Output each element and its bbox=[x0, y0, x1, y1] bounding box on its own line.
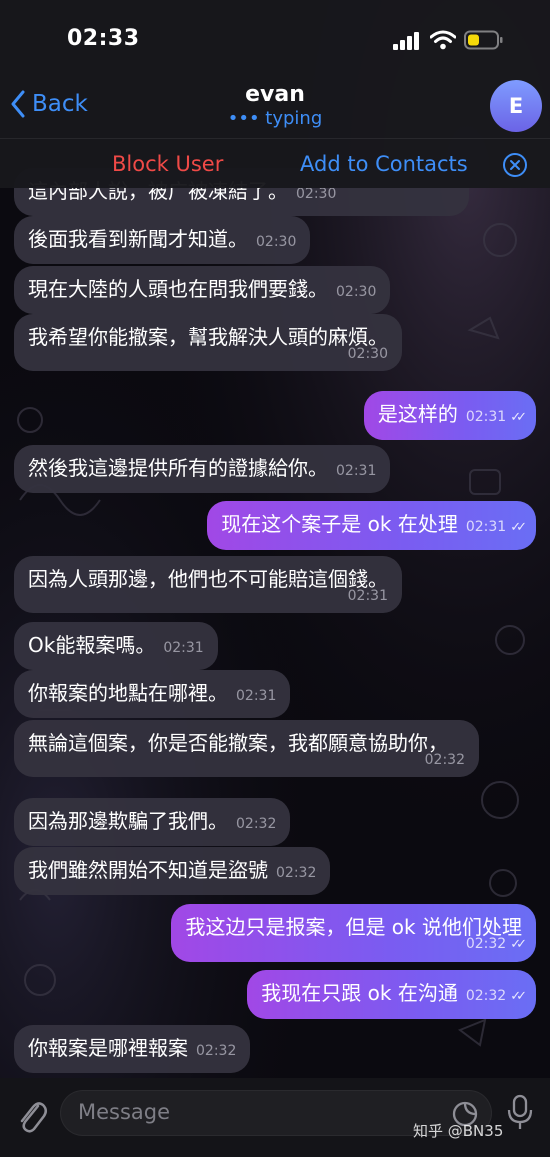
message-text: 然後我這邊提供所有的證據給你。 bbox=[28, 456, 328, 480]
message-text: 因為人頭那邊，他們也不可能賠這個錢。 bbox=[28, 567, 388, 591]
read-check-icon: ✓✓ bbox=[510, 937, 527, 952]
message-time-value: 02:32 bbox=[465, 936, 507, 952]
add-to-contacts-button[interactable]: Add to Contacts bbox=[300, 152, 468, 176]
message-text: 後面我看到新聞才知道。 bbox=[28, 227, 248, 251]
chat-title: evan bbox=[245, 82, 305, 107]
message-outgoing[interactable]: 是这样的 02:31 ✓✓ bbox=[363, 391, 536, 440]
message-text: 因為那邊欺騙了我們。 bbox=[28, 809, 228, 833]
message-incoming[interactable]: 然後我這邊提供所有的證據給你。 02:31 bbox=[14, 445, 391, 493]
attach-paperclip-icon[interactable] bbox=[14, 1096, 48, 1136]
status-bar: 02:33 bbox=[0, 0, 550, 80]
message-text: 現在大陸的人頭也在問我們要錢。 bbox=[28, 277, 328, 301]
avatar-initial: E bbox=[508, 94, 524, 118]
message-text: 你報案的地點在哪裡。 bbox=[28, 681, 228, 705]
message-text: 我现在只跟 ok 在沟通 bbox=[261, 981, 458, 1005]
watermark: 知乎 @BN35 bbox=[413, 1122, 504, 1140]
composer-bar: Message bbox=[0, 1078, 550, 1157]
close-x-icon bbox=[510, 160, 520, 170]
message-text: 现在这个案子是 ok 在处理 bbox=[221, 512, 458, 536]
message-text: 無論這個案，你是否能撤案，我都願意協助你， bbox=[28, 731, 448, 755]
message-text: Ok能報案嗎。 bbox=[28, 633, 156, 657]
message-time: 02:30 bbox=[256, 234, 297, 250]
message-incoming[interactable]: 你報案是哪裡報案 02:32 bbox=[14, 1025, 251, 1073]
typing-dots-icon: ••• bbox=[227, 108, 260, 129]
message-text: 是这样的 bbox=[377, 402, 458, 426]
read-check-icon: ✓✓ bbox=[510, 989, 527, 1004]
message-incoming[interactable]: 你報案的地點在哪裡。 02:31 bbox=[14, 670, 291, 718]
typing-label: typing bbox=[265, 108, 323, 129]
avatar[interactable]: E bbox=[490, 80, 542, 132]
message-time: 02:32 bbox=[236, 816, 277, 832]
message-incoming[interactable]: 無論這個案，你是否能撤案，我都願意協助你， 02:32 bbox=[14, 720, 479, 777]
cellular-signal-icon bbox=[393, 32, 419, 50]
message-time: 02:30 bbox=[336, 284, 377, 300]
wifi-icon bbox=[430, 30, 456, 50]
message-time: 02:31 bbox=[465, 409, 507, 425]
message-incoming[interactable]: 因為那邊欺騙了我們。 02:32 bbox=[14, 798, 291, 846]
message-incoming[interactable]: 我們雖然開始不知道是盜號 02:32 bbox=[14, 847, 331, 895]
message-list[interactable]: 這內部人說，被广被凍結了。 02:30 後面我看到新聞才知道。 02:30 現在大陸… bbox=[0, 168, 550, 1073]
nav-bar: Back evan ••• typing E bbox=[0, 76, 550, 138]
contact-action-bar: Block User Add to Contacts bbox=[0, 138, 550, 189]
block-user-button[interactable]: Block User bbox=[112, 152, 223, 176]
status-time: 02:33 bbox=[67, 26, 140, 51]
read-check-icon: ✓✓ bbox=[510, 520, 527, 535]
chat-title-area[interactable]: evan ••• typing bbox=[0, 82, 550, 129]
message-incoming[interactable]: Ok能報案嗎。 02:31 bbox=[14, 622, 218, 670]
message-time: 02:32 bbox=[465, 988, 507, 1004]
message-text: 你報案是哪裡報案 bbox=[28, 1036, 188, 1060]
close-icon[interactable] bbox=[503, 153, 527, 177]
message-outgoing[interactable]: 我现在只跟 ok 在沟通 02:32 ✓✓ bbox=[247, 970, 536, 1019]
message-time: 02:31 bbox=[336, 463, 377, 479]
message-incoming[interactable]: 因為人頭那邊，他們也不可能賠這個錢。 02:31 bbox=[14, 556, 402, 613]
message-incoming[interactable]: 後面我看到新聞才知道。 02:30 bbox=[14, 216, 311, 264]
read-check-icon: ✓✓ bbox=[510, 410, 527, 425]
message-text: 我希望你能撤案，幫我解決人頭的麻煩。 bbox=[28, 325, 388, 349]
microphone-icon[interactable] bbox=[505, 1094, 535, 1132]
message-outgoing[interactable]: 现在这个案子是 ok 在处理 02:31 ✓✓ bbox=[207, 501, 536, 550]
message-time: 02:32 bbox=[276, 865, 317, 881]
message-time: 02:31 bbox=[465, 519, 507, 535]
chat-header: 02:33 Back evan ••• typing E Block User … bbox=[0, 0, 550, 188]
message-incoming[interactable]: 我希望你能撤案，幫我解決人頭的麻煩。 02:30 bbox=[14, 314, 402, 371]
message-time: 02:32 bbox=[196, 1043, 237, 1059]
message-text: 我們雖然開始不知道是盜號 bbox=[28, 858, 268, 882]
message-incoming[interactable]: 現在大陸的人頭也在問我們要錢。 02:30 bbox=[14, 266, 391, 314]
message-time: 02:31 bbox=[236, 688, 277, 704]
battery-icon bbox=[464, 30, 503, 50]
message-placeholder: Message bbox=[78, 1100, 171, 1124]
typing-status: ••• typing bbox=[0, 108, 550, 129]
message-time: 02:31 bbox=[163, 640, 204, 656]
message-outgoing[interactable]: 我这边只是报案，但是 ok 说他们处理 02:32 ✓✓ bbox=[171, 904, 536, 962]
